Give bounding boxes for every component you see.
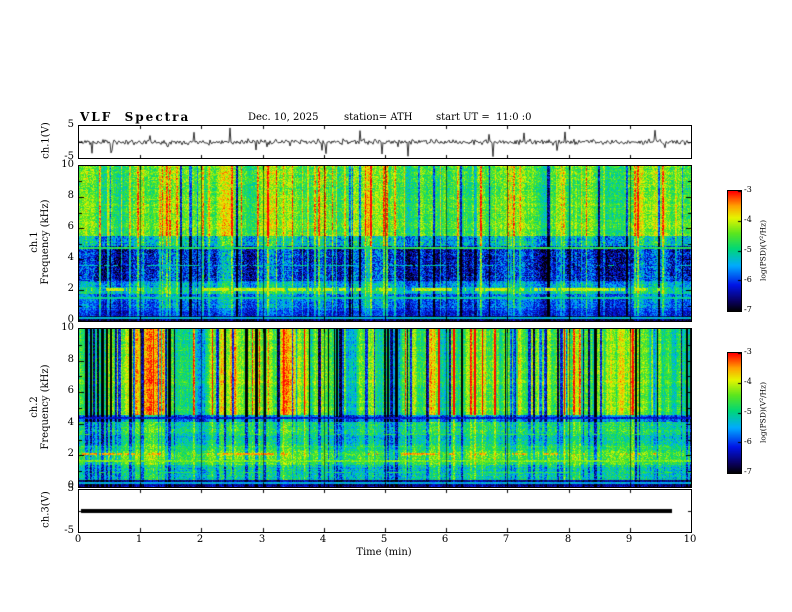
date-label: Dec. 10, 2025 xyxy=(248,112,319,123)
ch3-waveform-canvas xyxy=(79,490,691,532)
tick-label: 6 xyxy=(67,221,74,232)
tick-label: 6 xyxy=(67,385,74,396)
ch3-wave-ylabel-text: ch.3(V) xyxy=(40,491,52,528)
vlf-spectra-figure: VLF Spectra Dec. 10, 2025 station= ATH s… xyxy=(0,0,792,612)
tick-label: 4 xyxy=(319,534,327,545)
ch1-waveform-panel xyxy=(78,125,692,159)
tick-label: 9 xyxy=(625,534,633,545)
tick-label: 4 xyxy=(67,252,74,263)
ch1-spectrogram-panel xyxy=(78,165,692,322)
tick-label: 3 xyxy=(258,534,266,545)
ch1-waveform-canvas xyxy=(79,126,691,158)
tick-label: 5 xyxy=(380,534,388,545)
tick-label: 10 xyxy=(61,322,74,333)
tick-label: 0 xyxy=(74,534,82,545)
tick-label: 8 xyxy=(67,190,74,201)
colorbar-ch1-label: log(PSD)(V²/Hz) xyxy=(758,219,768,281)
ch3-waveform-panel xyxy=(78,489,692,533)
ch1-spec-ylabel-channel: ch.1 xyxy=(29,231,40,253)
ch2-spectrogram-panel xyxy=(78,328,692,488)
tick-label: 6 xyxy=(441,534,449,545)
tick-label: 1 xyxy=(135,534,143,545)
tick-label: 8 xyxy=(564,534,572,545)
tick-label: 5 xyxy=(67,119,74,130)
colorbar-ch1-canvas xyxy=(728,191,741,311)
colorbar-ch2-label: log(PSD)(V²/Hz) xyxy=(758,381,768,443)
colorbar-ch2-canvas xyxy=(728,353,741,473)
ch1-spec-ylabel: ch.1 Frequency (kHz) xyxy=(29,167,51,317)
ch2-spectrogram-canvas xyxy=(79,329,691,487)
tick-label: 7 xyxy=(502,534,510,545)
tick-label: 2 xyxy=(67,448,74,459)
colorbar-ch2 xyxy=(727,352,742,474)
tick-label: 5 xyxy=(67,483,74,494)
plot-title: VLF Spectra xyxy=(80,110,191,124)
ch2-spec-ylabel-channel: ch.2 xyxy=(29,396,40,418)
start-ut-label: start UT = 11:0 :0 xyxy=(436,112,532,123)
tick-label: 10 xyxy=(683,534,697,545)
ch1-spec-ylabel-axis: Frequency (kHz) xyxy=(40,199,51,285)
ch1-spectrogram-canvas xyxy=(79,166,691,321)
colorbar-ch1 xyxy=(727,190,742,312)
x-axis-title: Time (min) xyxy=(356,547,412,558)
station-label: station= ATH xyxy=(344,112,413,123)
tick-label: 4 xyxy=(67,417,74,428)
tick-label: 2 xyxy=(196,534,204,545)
tick-label: 2 xyxy=(67,283,74,294)
tick-label: 10 xyxy=(61,159,74,170)
tick-label: 8 xyxy=(67,354,74,365)
